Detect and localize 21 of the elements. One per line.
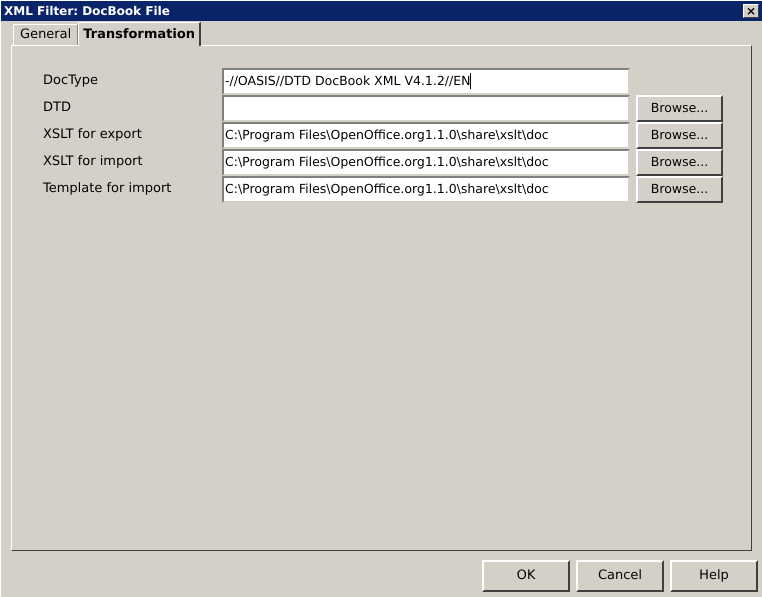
field-label: DTD: [42, 99, 72, 118]
text-field[interactable]: C:\Program Files\OpenOffice.org1.1.0\share\xslt\doc: [222, 176, 630, 202]
dialog-button[interactable]: Help: [670, 560, 758, 592]
browse-button[interactable]: Browse...: [636, 122, 723, 148]
tab[interactable]: General: [13, 24, 78, 45]
browse-button[interactable]: Browse...: [636, 94, 723, 122]
field-label: XSLT for export: [42, 126, 143, 144]
dialog-button[interactable]: Cancel: [576, 560, 664, 592]
browse-button[interactable]: Browse...: [636, 176, 723, 202]
text-field[interactable]: [222, 94, 630, 122]
field-label: Template for import: [42, 180, 172, 198]
close-button[interactable]: ×: [743, 4, 759, 18]
browse-button[interactable]: Browse...: [636, 148, 723, 176]
text-field[interactable]: C:\Program Files\OpenOffice.org1.1.0\share\xslt\doc: [222, 122, 630, 148]
field-label: DocType: [42, 72, 99, 90]
text-field[interactable]: C:\Program Files\OpenOffice.org1.1.0\share\xslt\doc: [222, 148, 630, 176]
dialog-button[interactable]: OK: [482, 560, 570, 592]
field-label: XSLT for import: [42, 153, 144, 172]
window-title: XML Filter: DocBook File: [4, 3, 170, 20]
text-field[interactable]: -//OASIS//DTD DocBook XML V4.1.2//EN: [222, 68, 630, 94]
tab[interactable]: Transformation: [78, 22, 202, 46]
